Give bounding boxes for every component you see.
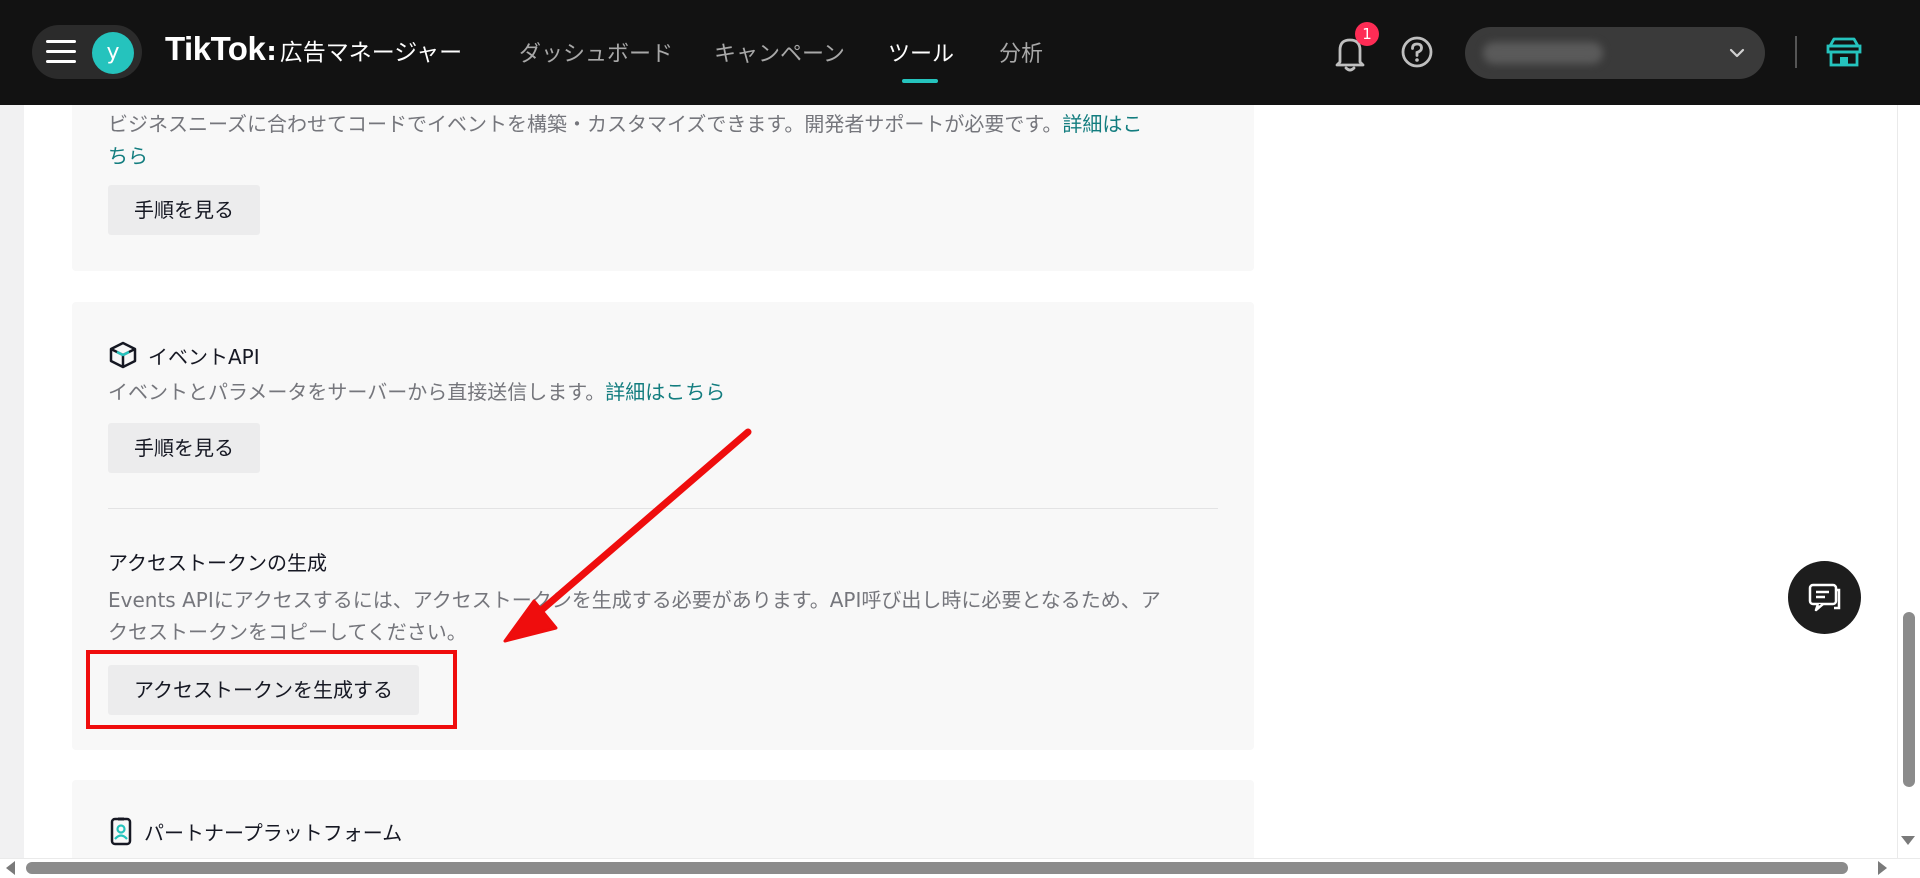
account-name-redacted bbox=[1483, 42, 1603, 64]
custom-code-view-steps-button[interactable]: 手順を見る bbox=[108, 185, 260, 235]
access-token-description: Events APIにアクセスするには、アクセストークンを生成する必要があります… bbox=[108, 588, 1161, 644]
header-divider bbox=[1795, 36, 1797, 68]
logo-brand: TikTok bbox=[165, 30, 266, 67]
scroll-down-arrow-icon[interactable] bbox=[1901, 836, 1915, 845]
hamburger-icon[interactable] bbox=[46, 40, 76, 64]
custom-code-learn-more-link-cont[interactable]: ちら bbox=[108, 144, 148, 168]
tiktok-ads-manager-logo[interactable]: TikTok : 広告マネージャー bbox=[165, 30, 462, 74]
nav-tools[interactable]: ツール bbox=[888, 36, 954, 68]
access-token-title: アクセストークンの生成 bbox=[108, 551, 327, 575]
events-api-learn-more-link[interactable]: 詳細はこちら bbox=[605, 380, 725, 404]
events-api-view-steps-button[interactable]: 手順を見る bbox=[108, 423, 260, 473]
scroll-right-arrow-icon[interactable] bbox=[1878, 861, 1887, 875]
chevron-down-icon bbox=[1729, 48, 1745, 58]
nav-campaign[interactable]: キャンペーン bbox=[714, 36, 845, 68]
partner-platform-title: パートナープラットフォーム bbox=[144, 820, 403, 845]
notification-badge: 1 bbox=[1355, 22, 1379, 46]
custom-code-learn-more-link[interactable]: 詳細はこ bbox=[1062, 112, 1142, 136]
logo-separator: : bbox=[266, 37, 277, 67]
custom-code-card: ビジネスニーズに合わせてコードでイベントを構築・カスタマイズできます。開発者サポ… bbox=[72, 95, 1254, 271]
account-menu-pill[interactable]: y bbox=[32, 25, 142, 79]
account-selector[interactable] bbox=[1465, 27, 1765, 79]
vertical-scrollbar-thumb[interactable] bbox=[1903, 612, 1915, 787]
chat-icon bbox=[1808, 583, 1841, 612]
shop-icon[interactable] bbox=[1826, 36, 1862, 68]
logo-product-name: 広告マネージャー bbox=[279, 40, 463, 66]
scroll-left-arrow-icon[interactable] bbox=[6, 861, 15, 875]
partner-platform-heading: パートナープラットフォーム bbox=[108, 816, 402, 846]
top-navbar: y TikTok : 広告マネージャー ダッシュボード キャンペーン ツール 分… bbox=[0, 0, 1920, 105]
avatar[interactable]: y bbox=[92, 32, 134, 74]
help-icon[interactable] bbox=[1401, 36, 1433, 68]
events-api-title: イベントAPI bbox=[148, 344, 260, 369]
active-tab-indicator bbox=[902, 79, 938, 83]
horizontal-scrollbar-thumb[interactable] bbox=[26, 862, 1848, 874]
events-api-heading: イベントAPI bbox=[108, 340, 260, 370]
partner-platform-card: パートナープラットフォーム bbox=[72, 780, 1254, 860]
nav-analytics[interactable]: 分析 bbox=[999, 36, 1043, 68]
section-divider bbox=[108, 508, 1218, 509]
custom-code-description: ビジネスニーズに合わせてコードでイベントを構築・カスタマイズできます。開発者サポ… bbox=[108, 112, 1143, 168]
left-gutter bbox=[0, 105, 24, 860]
cube-icon bbox=[109, 341, 137, 369]
nav-dashboard[interactable]: ダッシュボード bbox=[519, 36, 673, 68]
chat-support-button[interactable] bbox=[1788, 561, 1861, 634]
events-api-description: イベントとパラメータをサーバーから直接送信します。詳細はこちら bbox=[108, 380, 726, 404]
annotation-highlight-box bbox=[86, 650, 457, 729]
partner-icon bbox=[110, 817, 132, 846]
